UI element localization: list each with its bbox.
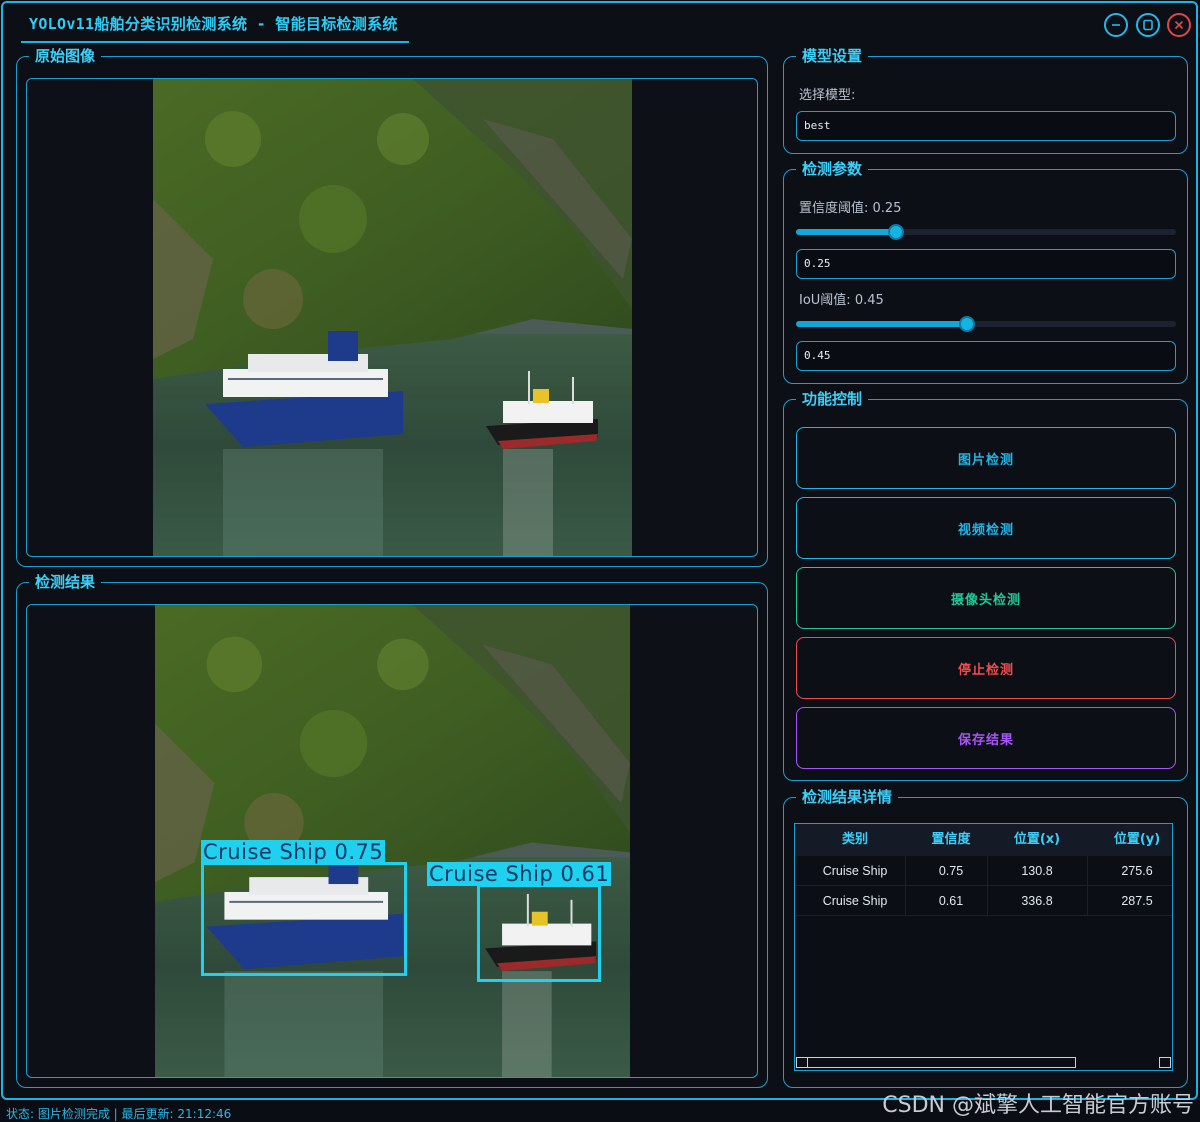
title-bar: YOLOv11船舶分类识别检测系统 - 智能目标检测系统 — [3, 3, 1196, 45]
detection-box — [201, 862, 407, 976]
camera-detect-button[interactable]: 摄像头检测 — [796, 567, 1176, 629]
result-details-title: 检测结果详情 — [796, 788, 899, 806]
confidence-input[interactable]: 0.25 — [796, 249, 1176, 279]
table-cell: 0.61 — [938, 894, 964, 908]
confidence-slider[interactable] — [796, 224, 1176, 240]
model-select[interactable]: best — [796, 111, 1176, 141]
detection-result-title: 检测结果 — [29, 573, 102, 591]
minimize-icon — [1112, 24, 1120, 26]
detection-label: Cruise Ship 0.61 — [427, 862, 612, 886]
original-image — [153, 79, 632, 556]
close-icon — [1174, 20, 1184, 30]
confidence-slider-fill — [796, 229, 896, 235]
function-control-title: 功能控制 — [796, 390, 869, 408]
iou-input[interactable]: 0.45 — [796, 341, 1176, 371]
table-cell: 275.6 — [1121, 864, 1153, 878]
table-row[interactable]: Cruise Ship 0.75 130.8 275.6 — [795, 856, 1172, 886]
maximize-button[interactable] — [1136, 13, 1160, 37]
select-model-label: 选择模型: — [799, 88, 856, 103]
minimize-button[interactable] — [1104, 13, 1128, 37]
stop-detect-button[interactable]: 停止检测 — [796, 637, 1176, 699]
image-detect-button[interactable]: 图片检测 — [796, 427, 1176, 489]
table-cell: 0.75 — [938, 864, 964, 878]
column-header[interactable]: 置信度 — [905, 824, 997, 856]
scroll-right-icon[interactable] — [1159, 1057, 1171, 1068]
video-detect-button[interactable]: 视频检测 — [796, 497, 1176, 559]
table-cell: 336.8 — [1021, 894, 1053, 908]
iou-slider[interactable] — [796, 316, 1176, 332]
iou-slider-handle[interactable] — [959, 316, 975, 332]
table-cell: 130.8 — [1021, 864, 1053, 878]
scrollbar-handle[interactable] — [796, 1057, 1076, 1068]
detection-label: Cruise Ship 0.75 — [201, 840, 386, 864]
detect-params-title: 检测参数 — [796, 160, 869, 178]
table-cell: Cruise Ship — [822, 894, 888, 908]
iou-label: IoU阈值: 0.45 — [799, 293, 884, 308]
detection-box — [477, 884, 601, 982]
maximize-icon — [1143, 19, 1153, 31]
close-button[interactable] — [1167, 13, 1191, 37]
status-text: 状态: 图片检测完成 | 最后更新: 21:12:46 — [6, 1107, 232, 1121]
title-underline — [21, 41, 409, 43]
table-cell: 287.5 — [1121, 894, 1153, 908]
result-table[interactable]: 类别 置信度 位置(x) 位置(y) Cruise Ship 0.75 130.… — [794, 823, 1173, 1071]
original-image-title: 原始图像 — [29, 47, 102, 65]
window-title: YOLOv11船舶分类识别检测系统 - 智能目标检测系统 — [29, 15, 398, 33]
column-header[interactable]: 位置(y) — [1087, 824, 1172, 856]
model-settings-title: 模型设置 — [796, 47, 869, 65]
horizontal-scrollbar[interactable] — [795, 1056, 1172, 1070]
table-cell: Cruise Ship — [822, 864, 888, 878]
confidence-slider-handle[interactable] — [888, 224, 904, 240]
table-row[interactable]: Cruise Ship 0.61 336.8 287.5 — [795, 886, 1172, 916]
column-header[interactable]: 类别 — [795, 824, 915, 856]
iou-slider-fill — [796, 321, 968, 327]
table-header: 类别 置信度 位置(x) 位置(y) — [795, 824, 1172, 856]
save-result-button[interactable]: 保存结果 — [796, 707, 1176, 769]
watermark: CSDN @斌擎人工智能官方账号 — [882, 1093, 1194, 1118]
column-header[interactable]: 位置(x) — [987, 824, 1087, 856]
confidence-label: 置信度阈值: 0.25 — [799, 201, 902, 216]
